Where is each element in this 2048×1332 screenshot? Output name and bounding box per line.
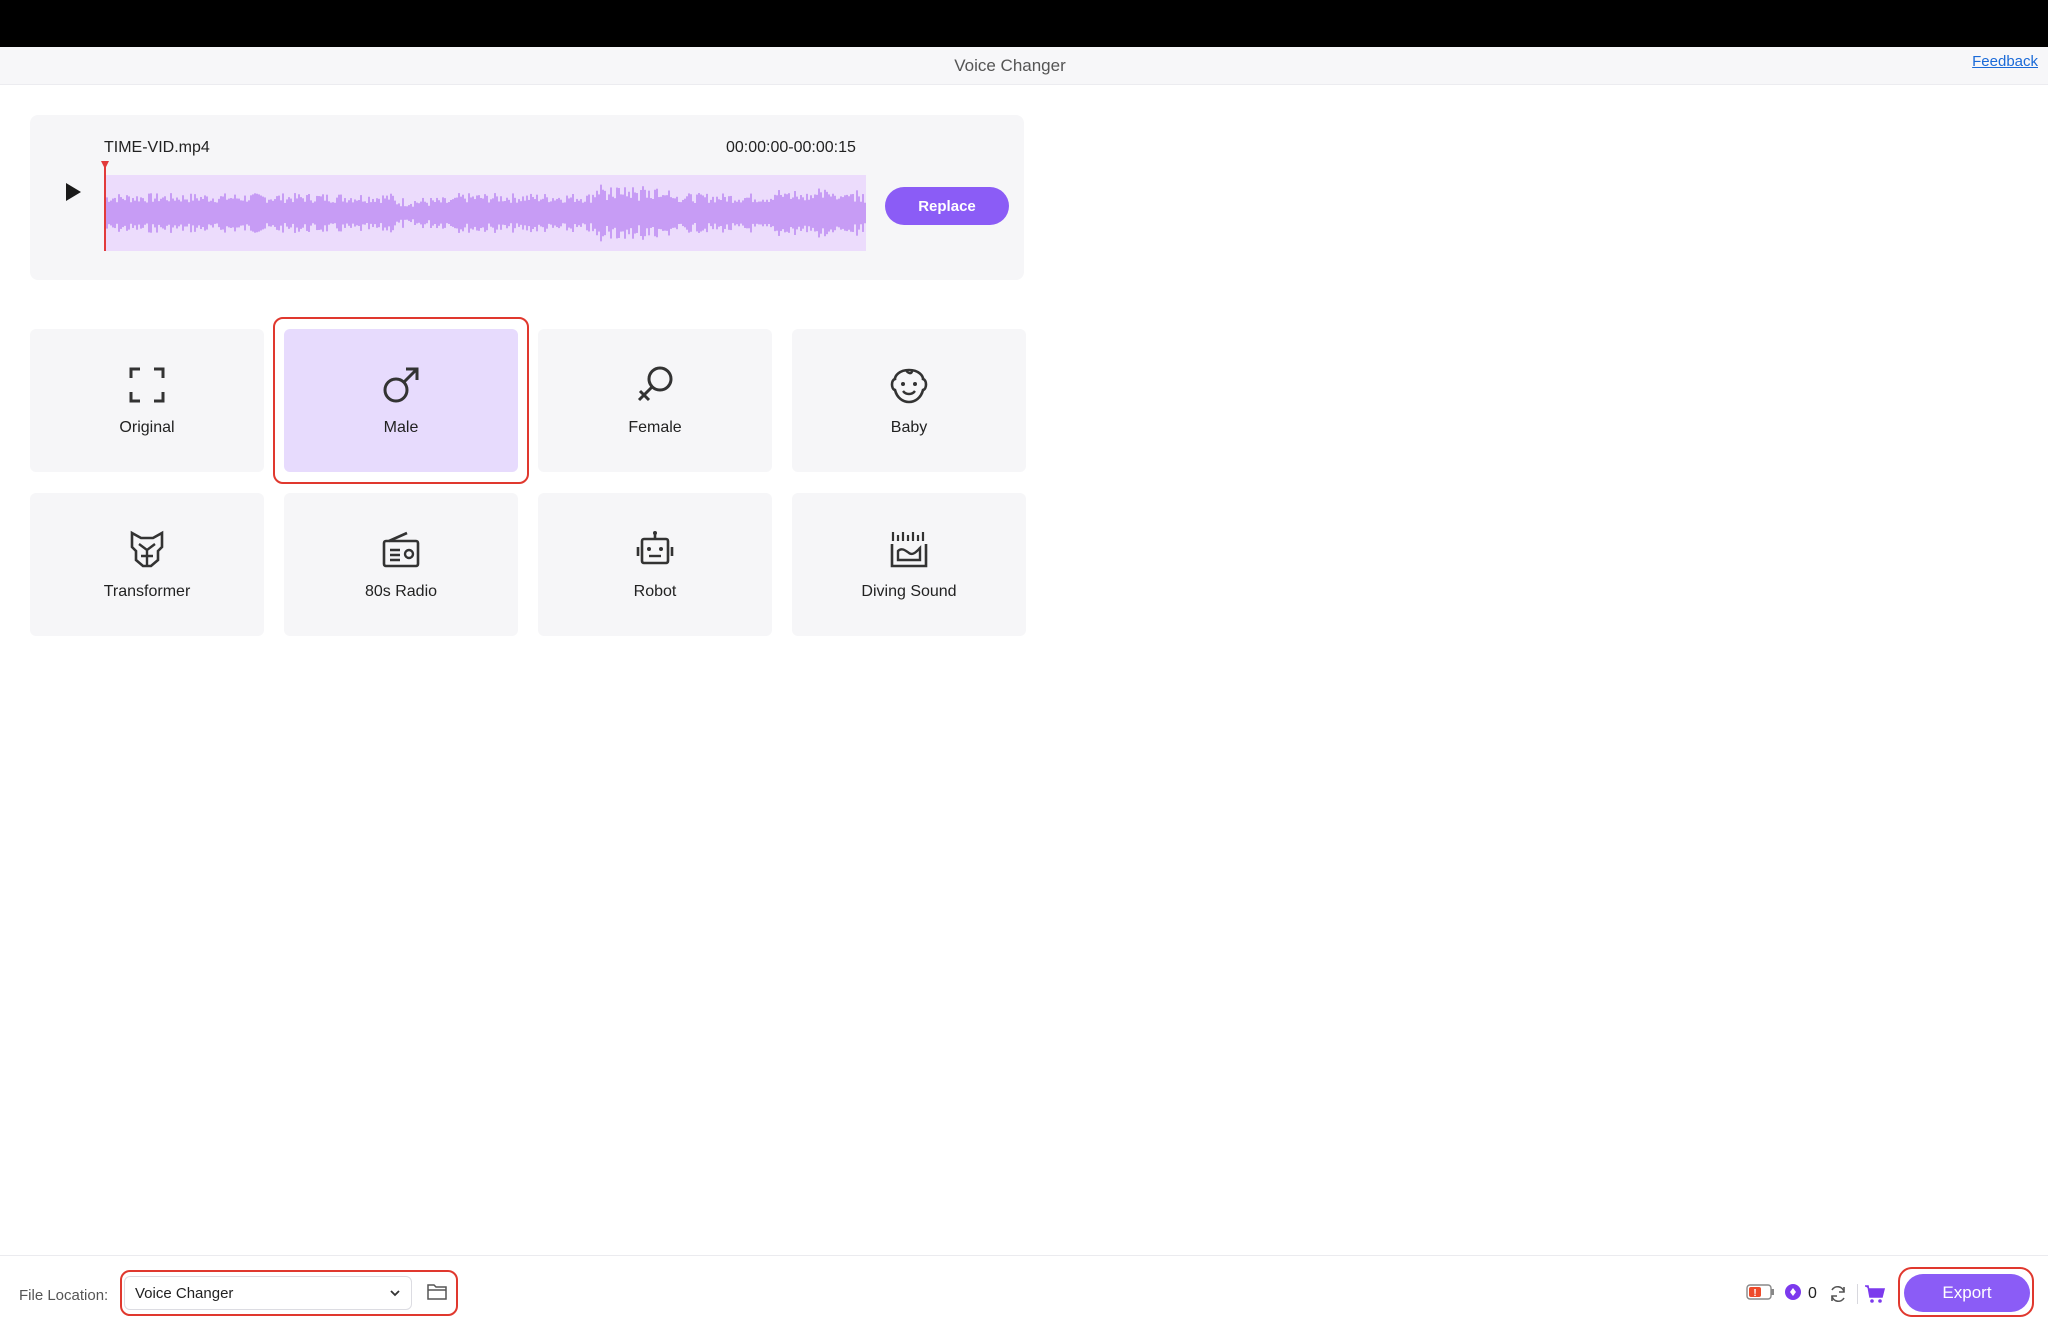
battery-alert-icon: ! [1746,1284,1774,1300]
folder-icon[interactable] [426,1282,448,1302]
top-black-bar [0,0,2048,47]
effect-label: Baby [890,419,928,436]
effect-robot[interactable]: Robot [538,493,772,636]
replace-button[interactable]: Replace [885,187,1009,225]
effect-diving-sound[interactable]: Diving Sound [792,493,1026,636]
fullscreen-icon [129,367,165,403]
waveform[interactable] [104,175,866,251]
diving-sound-icon [890,532,928,568]
effect-label: Male [383,419,419,436]
effect-label: Transformer [103,583,191,600]
play-button[interactable] [58,177,88,207]
footer-divider [1857,1284,1858,1304]
male-symbol-icon [383,367,419,403]
playhead[interactable] [104,163,106,251]
baby-face-icon [890,368,928,404]
effect-80s-radio[interactable]: 80s Radio [284,493,518,636]
export-button[interactable]: Export [1904,1274,2030,1312]
audio-panel: TIME-VID.mp4 00:00:00-00:00:15 Replace [30,115,1024,280]
cart-icon[interactable] [1864,1284,1886,1304]
effect-original[interactable]: Original [30,329,264,472]
play-icon [66,183,81,201]
credit-count: 0 [1808,1285,1817,1302]
credit-coin-icon [1785,1284,1801,1300]
robot-icon [636,531,674,565]
footer: File Location: Voice Changer ! 0 Export [0,1255,2048,1332]
file-name: TIME-VID.mp4 [104,139,210,156]
window-title: Voice Changer [954,56,1066,75]
effect-male[interactable]: Male [284,329,518,472]
file-location-select[interactable]: Voice Changer [124,1276,412,1310]
svg-text:!: ! [1753,1288,1756,1299]
chevron-down-icon [390,1290,400,1297]
transformer-icon [130,530,164,568]
effect-label: 80s Radio [364,583,438,600]
refresh-icon[interactable] [1828,1284,1848,1304]
effect-label: Original [119,419,175,436]
title-bar: Voice Changer Feedback [0,47,2048,85]
effect-label: Diving Sound [861,583,957,600]
file-location-value: Voice Changer [135,1285,234,1302]
effect-label: Female [628,419,682,436]
effect-baby[interactable]: Baby [792,329,1026,472]
effect-label: Robot [633,583,677,600]
female-symbol-icon [637,366,673,402]
feedback-link[interactable]: Feedback [1972,53,2038,70]
radio-icon [382,531,420,568]
effect-transformer[interactable]: Transformer [30,493,264,636]
effect-female[interactable]: Female [538,329,772,472]
file-location-label: File Location: [19,1287,109,1304]
time-range: 00:00:00-00:00:15 [726,139,856,156]
